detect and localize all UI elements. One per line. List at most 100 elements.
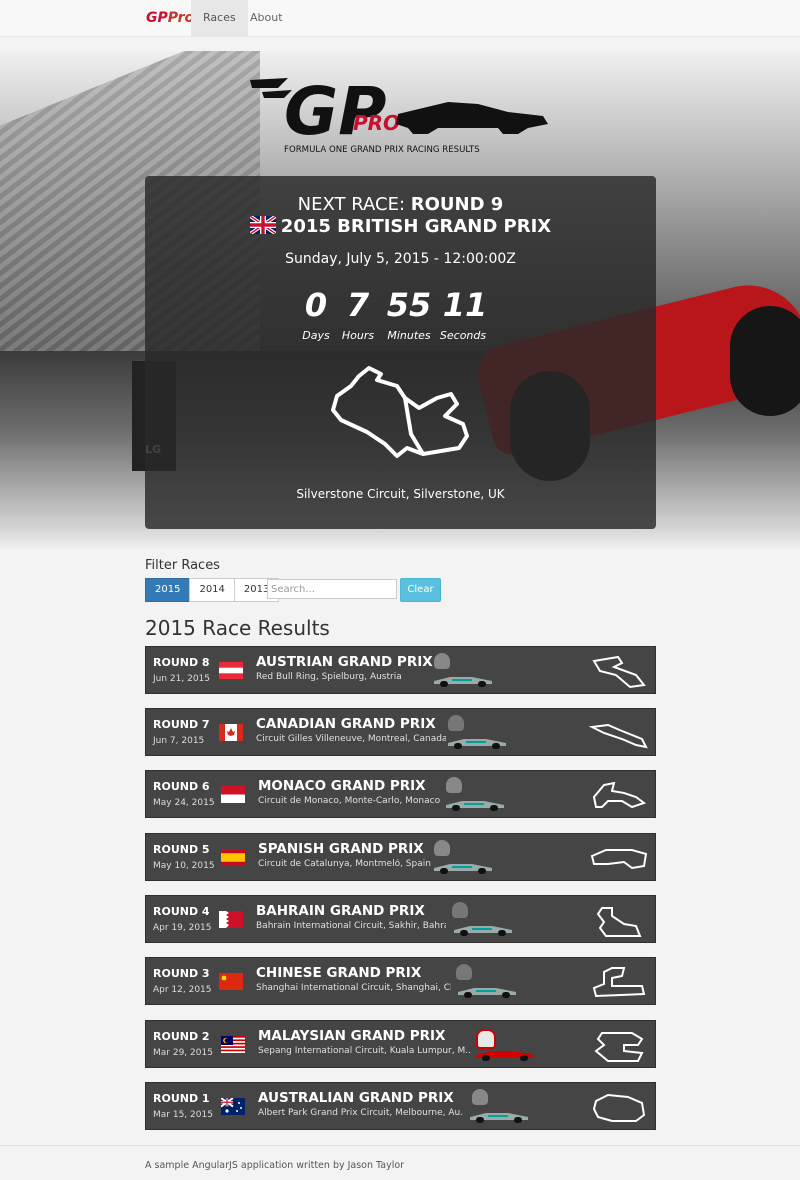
filter-title: Filter Races [145, 558, 220, 573]
race-date: Apr 12, 2015 [153, 985, 212, 995]
car-rear-wheel [730, 306, 800, 416]
race-date: Mar 15, 2015 [153, 1110, 213, 1120]
logo-pro-text: PRO [353, 111, 400, 135]
race-round: ROUND 6 [153, 780, 210, 793]
search-input[interactable] [267, 579, 397, 599]
winner-car-icon [434, 864, 492, 874]
countdown-minutes: 55 [386, 286, 432, 324]
race-row-round-4[interactable]: ROUND 4 Apr 19, 2015 BAHRAIN GRAND PRIX … [145, 895, 656, 943]
race-circuit: Red Bull Ring, Spielburg, Austria [256, 672, 402, 682]
logo-tagline: FORMULA ONE GRAND PRIX RACING RESULTS [284, 145, 480, 155]
race-name: AUSTRIAN GRAND PRIX [256, 654, 433, 670]
race-name: AUSTRALIAN GRAND PRIX [258, 1090, 454, 1106]
next-race-title: 2015 BRITISH GRAND PRIX [280, 216, 552, 237]
spain-flag-icon [221, 849, 245, 866]
gppro-logo: GP PRO FORMULA ONE GRAND PRIX RACING RES… [250, 73, 548, 155]
race-round: ROUND 1 [153, 1092, 210, 1105]
nav-about-link[interactable]: About [238, 0, 295, 36]
driver-helmet-icon [434, 840, 450, 856]
year-2015-button[interactable]: 2015 [145, 578, 191, 602]
next-race-round: ROUND 9 [410, 194, 504, 215]
winner-car-icon [434, 677, 492, 687]
race-circuit: Albert Park Grand Prix Circuit, Melbourn… [258, 1108, 464, 1118]
winner-car-icon [446, 801, 504, 811]
driver-helmet-icon [448, 715, 464, 731]
winner-car-icon [454, 926, 512, 936]
race-name: CHINESE GRAND PRIX [256, 965, 422, 981]
race-date: Jun 7, 2015 [153, 736, 205, 746]
driver-helmet-icon [452, 902, 468, 918]
brand-gp: GP [146, 10, 168, 26]
race-row-round-2[interactable]: ROUND 2 Mar 29, 2015 MALAYSIAN GRAND PRI… [145, 1020, 656, 1068]
race-row-round-6[interactable]: ROUND 6 May 24, 2015 MONACO GRAND PRIX C… [145, 770, 656, 818]
winner-car-icon [448, 739, 506, 749]
canada-track-icon [588, 723, 648, 749]
next-race-title-row: 2015 BRITISH GRAND PRIX [145, 216, 656, 237]
china-track-icon [592, 967, 646, 998]
clear-button[interactable]: Clear [400, 578, 441, 602]
countdown-seconds-label: Seconds [439, 329, 487, 342]
race-circuit: Bahrain International Circuit, Sakhir, B… [256, 921, 446, 931]
china-flag-icon [219, 973, 243, 990]
brand-link[interactable]: GPPro [146, 10, 194, 26]
race-name: SPANISH GRAND PRIX [258, 841, 424, 857]
spain-track-icon [590, 849, 648, 870]
australia-track-icon [592, 1093, 646, 1122]
race-name: MONACO GRAND PRIX [258, 778, 426, 794]
race-round: ROUND 5 [153, 843, 210, 856]
results-title: 2015 Race Results [145, 616, 330, 640]
monaco-track-icon [592, 781, 647, 809]
malaysia-flag-icon [221, 1036, 245, 1053]
race-date: May 10, 2015 [153, 861, 215, 871]
footer: A sample AngularJS application written b… [0, 1145, 800, 1180]
race-date: Jun 21, 2015 [153, 674, 211, 684]
race-row-round-5[interactable]: ROUND 5 May 10, 2015 SPANISH GRAND PRIX … [145, 833, 656, 881]
year-button-group: 2015 2014 2013 [145, 578, 280, 602]
malaysia-track-icon [594, 1032, 644, 1062]
year-2014-button[interactable]: 2014 [189, 578, 235, 602]
next-race-heading: NEXT RACE: ROUND 9 [145, 194, 656, 215]
australia-flag-icon [221, 1098, 245, 1115]
race-circuit: Circuit de Catalunya, Montmeló, Spain [258, 859, 431, 869]
race-round: ROUND 4 [153, 905, 210, 918]
race-circuit: Circuit de Monaco, Monte-Carlo, Monaco [258, 796, 441, 806]
next-race-label: NEXT RACE: [297, 194, 406, 215]
monaco-flag-icon [221, 786, 245, 803]
race-row-round-1[interactable]: ROUND 1 Mar 15, 2015 AUSTRALIAN GRAND PR… [145, 1082, 656, 1130]
race-round: ROUND 3 [153, 967, 210, 980]
silverstone-circuit-map [331, 366, 469, 458]
countdown-seconds: 11 [442, 286, 488, 324]
race-name: BAHRAIN GRAND PRIX [256, 903, 425, 919]
next-race-panel: NEXT RACE: ROUND 9 2015 BRITISH GRAND PR… [145, 176, 656, 529]
next-race-date: Sunday, July 5, 2015 - 12:00:00Z [285, 251, 516, 267]
race-date: Mar 29, 2015 [153, 1048, 213, 1058]
race-row-round-7[interactable]: ROUND 7 Jun 7, 2015 CANADIAN GRAND PRIX … [145, 708, 656, 756]
race-name: CANADIAN GRAND PRIX [256, 716, 436, 732]
race-name: MALAYSIAN GRAND PRIX [258, 1028, 446, 1044]
bahrain-track-icon [596, 907, 642, 937]
uk-flag-icon [249, 216, 276, 234]
next-race-circuit: Silverstone Circuit, Silverstone, UK [296, 487, 505, 501]
austria-flag-icon [219, 662, 243, 679]
race-row-round-8[interactable]: ROUND 8 Jun 21, 2015 AUSTRIAN GRAND PRIX… [145, 646, 656, 694]
race-round: ROUND 8 [153, 656, 210, 669]
winner-car-icon [458, 988, 516, 998]
race-circuit: Sepang International Circuit, Kuala Lump… [258, 1046, 470, 1056]
navbar: GPPro Races About [0, 0, 800, 37]
winner-car-icon [470, 1113, 528, 1123]
race-circuit: Shanghai International Circuit, Shanghai… [256, 983, 451, 993]
race-date: May 24, 2015 [153, 798, 215, 808]
bahrain-flag-icon [219, 911, 243, 928]
austria-track-icon [592, 655, 646, 689]
driver-helmet-icon [476, 1029, 496, 1049]
race-round: ROUND 7 [153, 718, 210, 731]
race-circuit: Circuit Gilles Villeneuve, Montreal, Can… [256, 734, 446, 744]
driver-helmet-icon [456, 964, 472, 980]
race-date: Apr 19, 2015 [153, 923, 212, 933]
winner-car-icon [476, 1051, 534, 1061]
canada-flag-icon [219, 724, 243, 741]
race-row-round-3[interactable]: ROUND 3 Apr 12, 2015 CHINESE GRAND PRIX … [145, 957, 656, 1005]
driver-helmet-icon [472, 1089, 488, 1105]
race-round: ROUND 2 [153, 1030, 210, 1043]
footer-text: A sample AngularJS application written b… [145, 1160, 405, 1171]
